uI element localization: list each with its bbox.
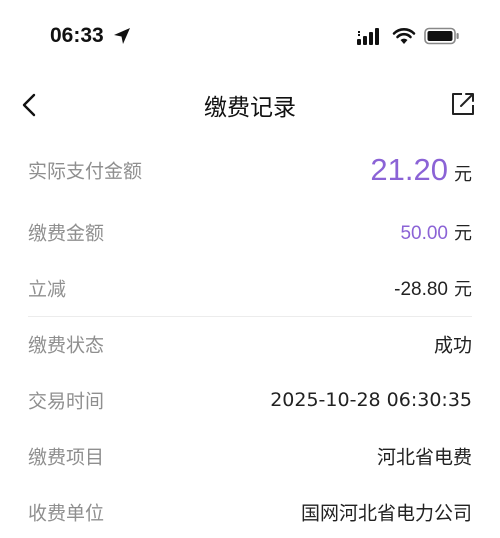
actual-paid-label: 实际支付金额: [28, 160, 143, 183]
detail-row-actual-paid: 实际支付金额 21.20 元: [28, 150, 472, 190]
actual-paid-value: 21.20 元: [370, 152, 472, 188]
status-label: 缴费状态: [28, 334, 105, 357]
share-icon[interactable]: [449, 90, 477, 118]
status-value: 成功: [433, 334, 472, 357]
payment-amount-unit: 元: [454, 223, 472, 244]
nav-bar: 缴费记录: [0, 80, 500, 130]
discount-label: 立减: [28, 278, 67, 301]
time-label: 交易时间: [28, 390, 105, 413]
item-label: 缴费项目: [28, 446, 105, 469]
detail-row-payee: 收费单位 国网河北省电力公司: [28, 492, 472, 532]
status-bar: 06:33: [0, 0, 500, 72]
cellular-signal-icon: [357, 28, 379, 45]
actual-paid-amount: 21.20: [370, 152, 448, 187]
payment-amount-number: 50.00: [400, 223, 448, 244]
detail-row-status: 缴费状态 成功: [28, 324, 472, 364]
detail-row-discount: 立减 -28.80 元: [28, 268, 472, 308]
discount-value: -28.80 元: [394, 275, 472, 301]
location-arrow-icon: [114, 28, 130, 44]
detail-row-item: 缴费项目 河北省电费: [28, 436, 472, 476]
payment-amount-label: 缴费金额: [28, 222, 105, 245]
detail-row-payment-amount: 缴费金额 50.00 元: [28, 212, 472, 252]
payee-value: 国网河北省电力公司: [300, 502, 472, 525]
discount-number: -28.80: [394, 279, 448, 300]
battery-icon: [424, 27, 459, 45]
payee-label: 收费单位: [28, 502, 105, 525]
section-divider: [28, 316, 472, 317]
page-title: 缴费记录: [204, 95, 296, 121]
actual-paid-unit: 元: [454, 164, 472, 185]
item-value: 河北省电费: [376, 446, 472, 469]
time-value: 2025-10-28 06:30:35: [270, 389, 472, 411]
discount-unit: 元: [454, 279, 472, 300]
detail-row-time: 交易时间 2025-10-28 06:30:35: [28, 380, 472, 420]
payment-amount-value: 50.00 元: [400, 219, 472, 245]
status-time: 06:33: [50, 24, 104, 47]
wifi-icon: [392, 28, 416, 44]
